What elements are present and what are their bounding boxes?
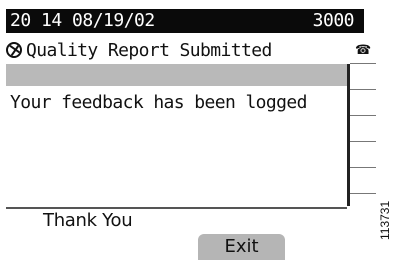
prompt-line: Thank You bbox=[43, 210, 133, 231]
exit-softkey[interactable]: Exit bbox=[198, 234, 285, 260]
line-key-3[interactable] bbox=[350, 90, 376, 116]
phone-icon: ☎ bbox=[355, 43, 372, 58]
figure-id: 113731 bbox=[378, 200, 392, 240]
globe-icon bbox=[6, 42, 22, 58]
line-key-2[interactable] bbox=[350, 64, 376, 90]
extension-number: 3000 bbox=[312, 10, 355, 31]
screen-title: Quality Report Submitted bbox=[6, 38, 346, 64]
phone-screen: 20 14 08/19/02 3000 Quality Report Submi… bbox=[0, 0, 406, 267]
selection-highlight bbox=[6, 64, 347, 86]
content-panel: Your feedback has been logged bbox=[6, 64, 350, 206]
screen-title-text: Quality Report Submitted bbox=[26, 40, 272, 61]
status-bar: 20 14 08/19/02 3000 bbox=[6, 9, 364, 33]
line-key-6[interactable] bbox=[350, 168, 376, 194]
line-key-column: ☎ bbox=[350, 38, 380, 206]
line-key-4[interactable] bbox=[350, 116, 376, 142]
date-time: 20 14 08/19/02 bbox=[10, 10, 155, 31]
line-key-1[interactable]: ☎ bbox=[350, 38, 376, 64]
line-key-5[interactable] bbox=[350, 142, 376, 168]
status-message: Your feedback has been logged bbox=[10, 92, 307, 113]
line-key-divider bbox=[350, 193, 376, 194]
